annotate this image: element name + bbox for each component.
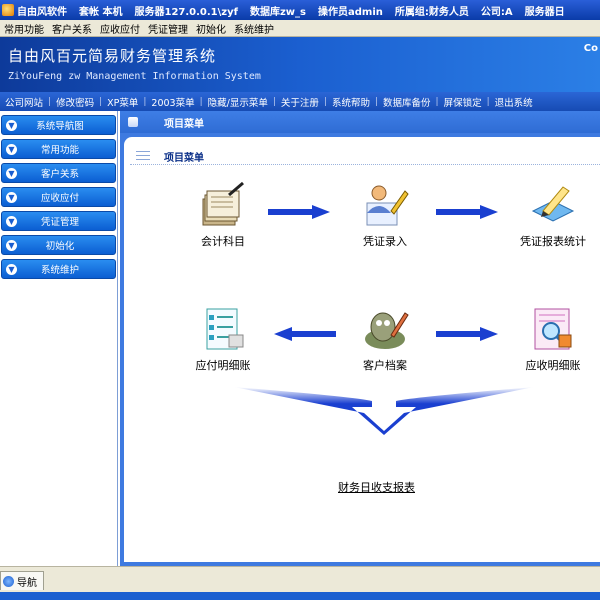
- sidebar-item-ar-ap[interactable]: ▼ 应收应付: [1, 187, 116, 207]
- customer-archive-icon: [361, 305, 409, 353]
- link-about-register[interactable]: 关于注册: [276, 95, 324, 109]
- node-label: 凭证录入: [363, 235, 407, 248]
- banner-corner-text: Co: [583, 43, 598, 54]
- link-help[interactable]: 系统帮助: [327, 95, 375, 109]
- quick-link-bar: 公司网站 | 修改密码 | XP菜单 | 2003菜单 | 隐藏/显示菜单 | 关于注册 |…: [0, 92, 600, 111]
- chevron-down-icon: ▼: [6, 143, 17, 155]
- sidebar-item-label: 初始化: [45, 241, 75, 252]
- arrow-right-icon: [436, 205, 498, 219]
- node-accounts[interactable]: 会计科目: [168, 181, 278, 249]
- sidebar-item-customer[interactable]: ▼ 客户关系: [1, 163, 116, 183]
- sidebar-item-label: 系统导航图: [36, 121, 84, 132]
- title-account-set: 套帐 本机: [79, 6, 123, 18]
- node-label: 应收明细账: [525, 359, 581, 372]
- magnifier-report-icon: [529, 305, 577, 353]
- node-voucher-entry[interactable]: 凭证录入: [330, 181, 440, 249]
- panel-header: 项目菜单: [120, 111, 600, 133]
- app-icon: [2, 4, 14, 16]
- tab-navigation[interactable]: 导航: [0, 571, 44, 590]
- node-label: 客户档案: [363, 359, 407, 372]
- node-voucher-report[interactable]: 凭证报表统计: [498, 181, 600, 249]
- link-2003-menu[interactable]: 2003菜单: [146, 95, 199, 109]
- link-xp-menu[interactable]: XP菜单: [102, 95, 143, 109]
- title-company: 公司:A: [480, 6, 513, 18]
- window-title-bar: 自由风软件 套帐 本机 服务器127.0.0.1\zyf 数据库zw_s 操作员…: [0, 0, 600, 20]
- node-payable-detail[interactable]: 应付明细账: [168, 305, 278, 373]
- app-banner: 自由风百元简易财务管理系统 ZiYouFeng zw Management In…: [0, 37, 600, 92]
- sidebar-item-label: 应收应付: [40, 193, 79, 204]
- title-server-date: 服务器日: [524, 6, 565, 18]
- project-menu-content: 项目菜单 会计科目 凭证录入 凭证报表统计 应付明细账 客户档案 应收明细账 财…: [124, 137, 600, 562]
- menu-init[interactable]: 初始化: [192, 21, 230, 36]
- ledger-books-icon: [199, 181, 247, 229]
- section-header: 项目菜单: [130, 147, 600, 165]
- chevron-down-icon: ▼: [6, 215, 17, 227]
- sidebar-item-label: 常用功能: [40, 145, 79, 156]
- sidebar-item-maintenance[interactable]: ▼ 系统维护: [1, 259, 116, 279]
- panel-title: 项目菜单: [164, 119, 204, 130]
- tab-label: 导航: [17, 577, 37, 589]
- menu-common[interactable]: 常用功能: [0, 21, 48, 36]
- arrow-left-icon: [274, 327, 336, 341]
- link-change-password[interactable]: 修改密码: [51, 95, 99, 109]
- sidebar-item-label: 系统维护: [40, 265, 79, 276]
- banner-subtitle: ZiYouFeng zw Management Information Syst…: [8, 71, 261, 82]
- sidebar-item-label: 凭证管理: [40, 217, 79, 228]
- navigation-icon: [3, 575, 14, 587]
- link-toggle-menu[interactable]: 隐藏/显示菜单: [203, 95, 273, 109]
- link-db-backup[interactable]: 数据库备份: [378, 95, 436, 109]
- report-pencil-icon: [529, 181, 577, 229]
- funnel-arrow-icon: [234, 387, 534, 435]
- user-pencil-icon: [361, 181, 409, 229]
- section-title: 项目菜单: [164, 153, 204, 164]
- sidebar-item-init[interactable]: ▼ 初始化: [1, 235, 116, 255]
- banner-title: 自由风百元简易财务管理系统: [8, 47, 217, 65]
- daily-finance-report-link[interactable]: 财务日收支报表: [338, 479, 415, 495]
- node-label: 会计科目: [201, 235, 245, 248]
- chevron-down-icon: ▼: [6, 191, 17, 203]
- link-screen-lock[interactable]: 屏保锁定: [439, 95, 487, 109]
- title-database: 数据库zw_s: [249, 6, 306, 18]
- link-company-site[interactable]: 公司网站: [0, 95, 48, 109]
- node-label: 凭证报表统计: [520, 235, 586, 248]
- title-server: 服务器127.0.0.1\zyf: [134, 6, 238, 18]
- sidebar: ▼ 系统导航图 ▼ 常用功能 ▼ 客户关系 ▼ 应收应付 ▼ 凭证管理 ▼ 初始…: [0, 111, 118, 566]
- arrow-right-icon: [268, 205, 330, 219]
- menu-voucher[interactable]: 凭证管理: [144, 21, 192, 36]
- chevron-down-icon: ▼: [6, 119, 17, 131]
- menu-maintenance[interactable]: 系统维护: [230, 21, 278, 36]
- sidebar-item-common[interactable]: ▼ 常用功能: [1, 139, 116, 159]
- node-receivable-detail[interactable]: 应收明细账: [498, 305, 600, 373]
- chevron-down-icon: ▼: [6, 167, 17, 179]
- title-app-name: 自由风软件: [17, 6, 67, 18]
- title-operator: 操作员admin: [318, 6, 383, 18]
- menu-ar-ap[interactable]: 应收应付: [96, 21, 144, 36]
- arrow-right-icon: [436, 327, 498, 341]
- taskbar-strip: [0, 592, 600, 600]
- node-customer-file[interactable]: 客户档案: [330, 305, 440, 373]
- main-panel: 项目菜单 项目菜单 会计科目 凭证录入 凭证报表统计 应付明细账 客户档案 应收…: [120, 111, 600, 566]
- menu-customer[interactable]: 客户关系: [48, 21, 96, 36]
- checklist-icon: [199, 305, 247, 353]
- list-lines-icon: [136, 151, 150, 161]
- menu-bar: 常用功能 客户关系 应收应付 凭证管理 初始化 系统维护: [0, 20, 600, 37]
- panel-icon: [128, 117, 138, 127]
- sidebar-item-voucher[interactable]: ▼ 凭证管理: [1, 211, 116, 231]
- sidebar-item-nav-map[interactable]: ▼ 系统导航图: [1, 115, 116, 135]
- title-group: 所属组:财务人员: [394, 6, 469, 18]
- link-exit[interactable]: 退出系统: [490, 95, 538, 109]
- chevron-down-icon: ▼: [6, 263, 17, 275]
- node-label: 应付明细账: [195, 359, 251, 372]
- sidebar-item-label: 客户关系: [40, 169, 79, 180]
- chevron-down-icon: ▼: [6, 239, 17, 251]
